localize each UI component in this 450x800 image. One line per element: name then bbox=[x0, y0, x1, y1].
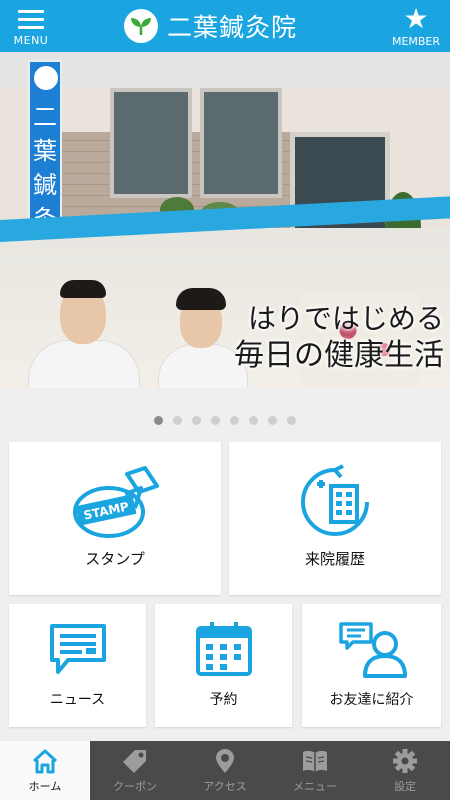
carousel-dot[interactable] bbox=[154, 416, 163, 425]
news-tile[interactable]: ニュース bbox=[9, 604, 146, 727]
refer-friend-label: お友達に紹介 bbox=[329, 692, 414, 708]
reservation-tile[interactable]: 予約 bbox=[155, 604, 292, 727]
map-pin-icon bbox=[216, 749, 234, 773]
gear-icon bbox=[393, 749, 417, 773]
stamp-label: スタンプ bbox=[85, 550, 145, 568]
app-title: 二葉鍼灸院 bbox=[167, 13, 298, 42]
tab-home-label: ホーム bbox=[28, 780, 62, 793]
tab-coupon-label: クーポン bbox=[113, 780, 157, 793]
visit-history-icon bbox=[301, 464, 369, 536]
carousel-pagination bbox=[0, 416, 450, 428]
reservation-label: 予約 bbox=[209, 692, 238, 708]
practitioner-photo bbox=[20, 278, 150, 388]
tab-access-label: アクセス bbox=[203, 780, 247, 793]
hamburger-icon bbox=[18, 10, 44, 29]
hero-banner[interactable]: 二葉鍼灸院 はりではじめる 毎日の健康生活 bbox=[0, 52, 450, 388]
tab-menu-label: メニュー bbox=[293, 780, 337, 793]
news-icon bbox=[49, 624, 106, 674]
member-button[interactable]: ★ MEMBER bbox=[388, 2, 444, 49]
home-icon bbox=[32, 749, 58, 774]
tab-coupon[interactable]: クーポン bbox=[90, 741, 180, 800]
carousel-dot[interactable] bbox=[211, 416, 220, 425]
hero-tagline: はりではじめる 毎日の健康生活 bbox=[234, 302, 444, 376]
stamp-icon: STAMP bbox=[73, 466, 159, 538]
menu-button[interactable]: MENU bbox=[8, 6, 54, 50]
book-menu-icon bbox=[303, 750, 327, 772]
tagline-line-1: はりではじめる bbox=[247, 302, 444, 335]
tab-settings-label: 設定 bbox=[394, 780, 416, 793]
visit-history-label: 来院履歴 bbox=[304, 550, 365, 568]
star-icon: ★ bbox=[403, 2, 429, 35]
app-brand: 二葉鍼灸院 bbox=[124, 8, 297, 44]
stamp-tile[interactable]: STAMP スタンプ bbox=[9, 442, 221, 595]
member-label: MEMBER bbox=[391, 35, 441, 48]
tab-access[interactable]: アクセス bbox=[180, 741, 270, 800]
app-header: MENU 二葉鍼灸院 ★ MEMBER bbox=[0, 0, 450, 52]
menu-label: MENU bbox=[13, 34, 49, 47]
carousel-dot[interactable] bbox=[173, 416, 182, 425]
tab-menu[interactable]: メニュー bbox=[270, 741, 360, 800]
visit-history-tile[interactable]: 来院履歴 bbox=[229, 442, 441, 595]
bottom-tab-bar: ホーム クーポン アクセス メニュー 設定 bbox=[0, 741, 450, 800]
refer-friend-icon bbox=[338, 622, 407, 678]
coupon-tag-icon bbox=[123, 750, 146, 773]
tab-settings[interactable]: 設定 bbox=[360, 741, 450, 800]
carousel-dot[interactable] bbox=[268, 416, 277, 425]
carousel-dot[interactable] bbox=[249, 416, 258, 425]
tagline-line-2: 毎日の健康生活 bbox=[234, 338, 444, 373]
carousel-dot[interactable] bbox=[230, 416, 239, 425]
refer-friend-tile[interactable]: お友達に紹介 bbox=[302, 604, 441, 727]
news-label: ニュース bbox=[49, 692, 106, 708]
calendar-icon bbox=[195, 622, 252, 676]
leaf-logo-icon bbox=[124, 9, 158, 43]
tab-home[interactable]: ホーム bbox=[0, 741, 90, 800]
carousel-dot[interactable] bbox=[192, 416, 201, 425]
carousel-dot[interactable] bbox=[287, 416, 296, 425]
